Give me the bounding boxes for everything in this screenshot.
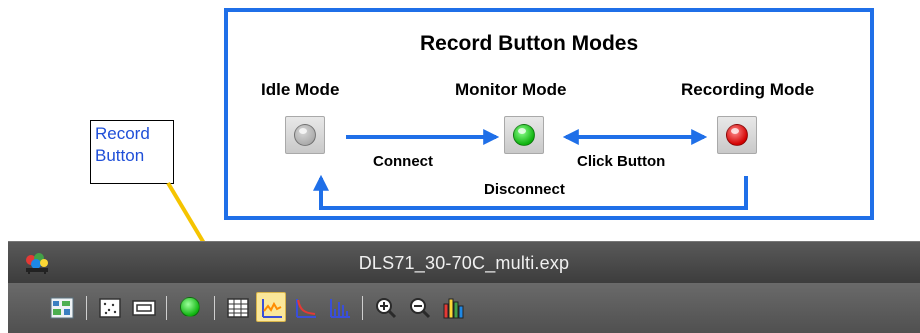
callout-line-2: Button xyxy=(95,146,145,165)
window-view-icon xyxy=(132,300,156,316)
main-toolbar xyxy=(8,283,920,333)
window-view-button[interactable] xyxy=(128,292,158,322)
callout-line-1: Record xyxy=(95,124,150,143)
record-modes-panel: Record Button Modes Idle Mode Monitor Mo… xyxy=(224,8,874,220)
decay-chart-button[interactable] xyxy=(290,292,320,322)
correlogram-icon xyxy=(262,299,282,318)
table-icon xyxy=(227,298,249,318)
scatter-view-button[interactable] xyxy=(94,292,124,322)
sample-setup-icon xyxy=(50,297,74,319)
color-bars-button[interactable] xyxy=(438,292,468,322)
record-button-callout: Record Button xyxy=(90,120,174,184)
click-button-label: Click Button xyxy=(577,153,666,170)
color-bars-icon xyxy=(443,298,464,319)
histogram-button[interactable] xyxy=(324,292,354,322)
window-title-bar[interactable]: DLS71_30-70C_multi.exp xyxy=(8,241,920,284)
disconnect-label: Disconnect xyxy=(484,181,565,198)
record-button[interactable] xyxy=(174,292,204,322)
record-led-icon xyxy=(180,297,200,317)
window-title: DLS71_30-70C_multi.exp xyxy=(358,253,570,273)
sample-setup-button[interactable] xyxy=(46,292,76,322)
histogram-icon xyxy=(330,299,350,318)
toolbar-separator xyxy=(362,296,363,320)
zoom-out-button[interactable] xyxy=(404,292,434,322)
toolbar-separator xyxy=(86,296,87,320)
correlogram-button[interactable] xyxy=(256,292,286,322)
scatter-view-icon xyxy=(99,298,121,318)
zoom-in-button[interactable] xyxy=(370,292,400,322)
toolbar-separator xyxy=(214,296,215,320)
decay-chart-icon xyxy=(296,299,316,318)
zoom-in-icon xyxy=(376,298,397,319)
zoom-out-icon xyxy=(410,298,431,319)
connect-label: Connect xyxy=(373,153,433,170)
table-view-button[interactable] xyxy=(222,292,252,322)
toolbar-separator xyxy=(166,296,167,320)
